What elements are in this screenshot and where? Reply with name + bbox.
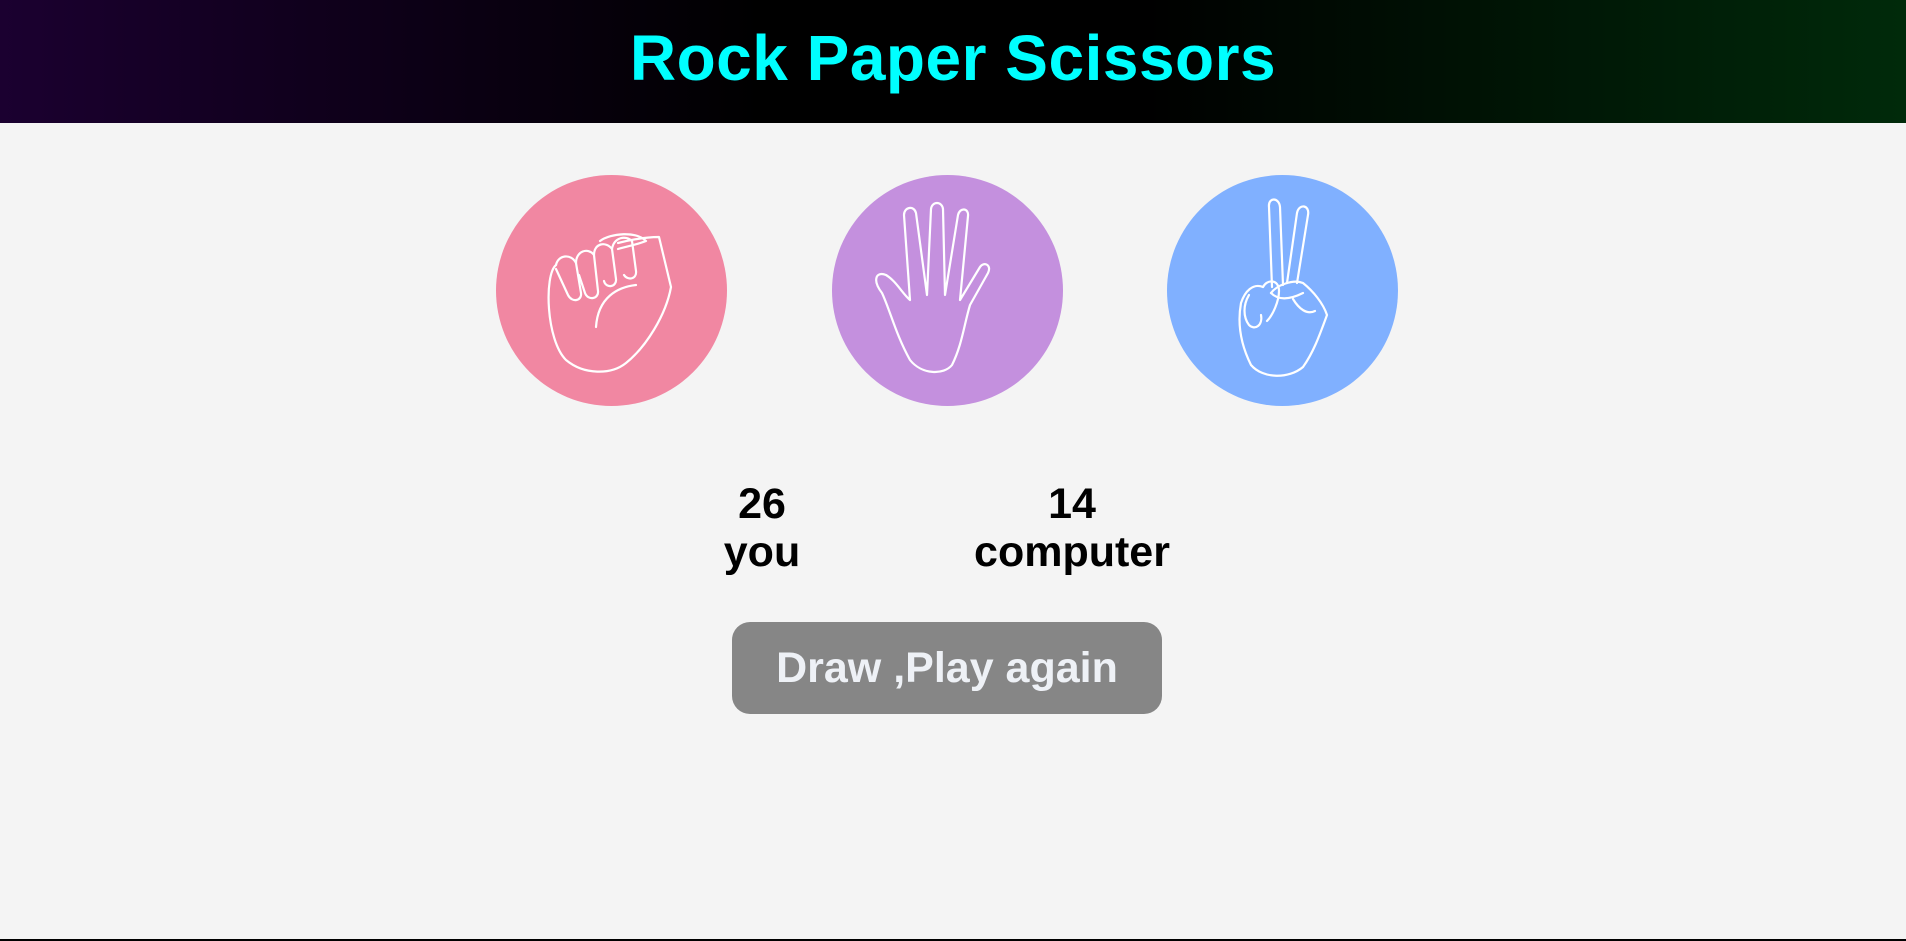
user-score-label: you	[723, 528, 801, 576]
user-score: 26 you	[702, 480, 822, 576]
paper-choice[interactable]	[832, 175, 1063, 406]
computer-score-label: computer	[974, 528, 1170, 576]
user-score-value: 26	[738, 480, 786, 528]
page-title: Rock Paper Scissors	[629, 21, 1277, 94]
computer-score: 14 computer	[962, 480, 1182, 576]
open-hand-icon	[832, 175, 1063, 406]
rock-choice[interactable]	[496, 175, 727, 406]
header-bar: Rock Paper Scissors	[0, 0, 1906, 123]
result-message-button[interactable]: Draw ,Play again	[732, 622, 1162, 714]
fist-icon	[496, 175, 727, 406]
computer-score-value: 14	[1048, 480, 1096, 528]
scissors-choice[interactable]	[1167, 175, 1398, 406]
victory-hand-icon	[1167, 175, 1398, 406]
